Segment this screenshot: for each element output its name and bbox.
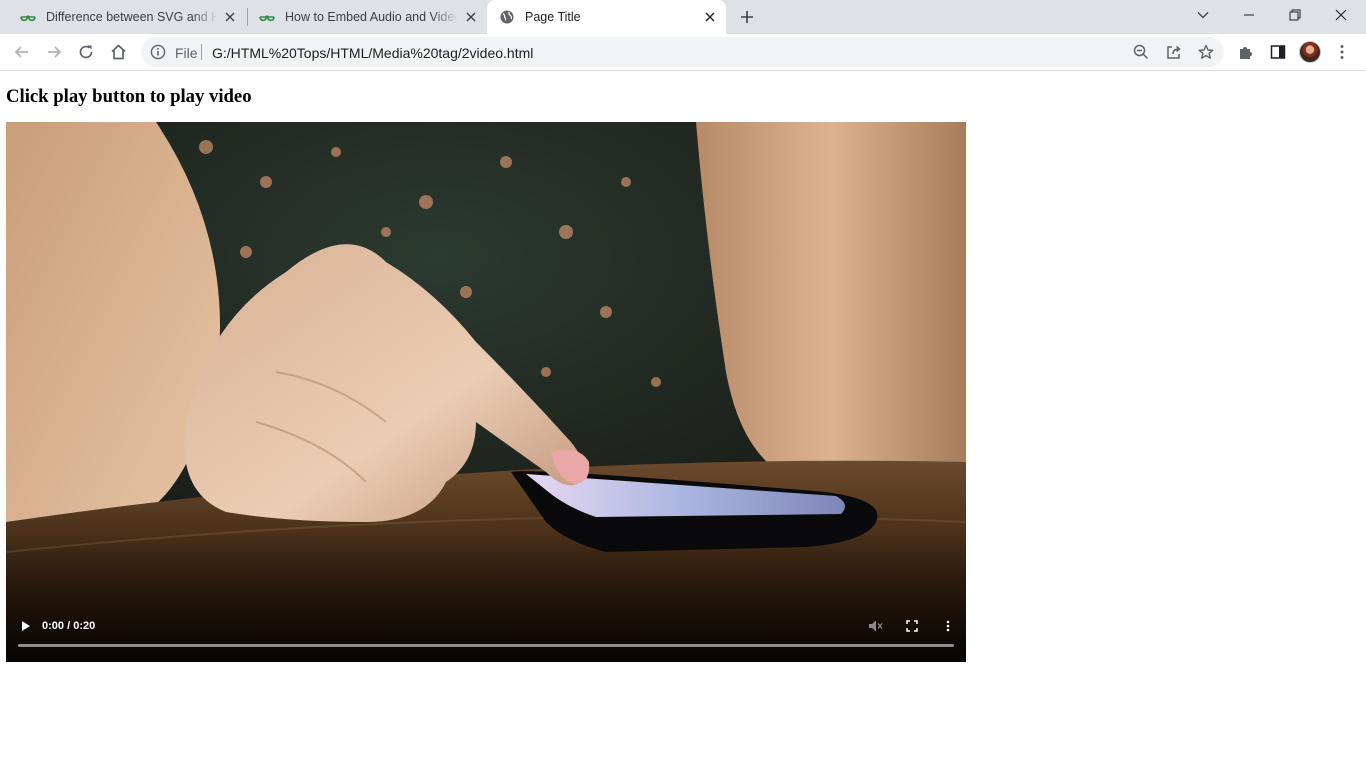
fullscreen-icon: [906, 620, 918, 632]
arrow-right-icon: [48, 46, 62, 58]
duration: 0:20: [73, 620, 96, 632]
home-icon: [110, 44, 126, 60]
close-icon[interactable]: [222, 9, 238, 25]
page-heading: Click play button to play video: [6, 86, 252, 107]
mute-icon: [869, 620, 883, 632]
close-icon: [1335, 9, 1347, 21]
more-options-icon: [946, 620, 950, 632]
gfg-icon: [259, 9, 275, 25]
time-display: 0:00 / 0:20: [42, 620, 95, 632]
restore-icon: [1289, 9, 1301, 21]
side-panel-button[interactable]: [1266, 40, 1290, 64]
tab-title-fade: [192, 0, 218, 34]
reload-icon: [79, 45, 93, 59]
close-window-button[interactable]: [1318, 0, 1364, 30]
arrow-left-icon: [14, 46, 28, 58]
back-button[interactable]: [10, 40, 34, 64]
chevron-down-icon: [1197, 12, 1209, 19]
share-icon[interactable]: [1164, 42, 1184, 62]
gfg-icon: [20, 9, 36, 25]
more-options-button[interactable]: [938, 616, 958, 636]
profile-avatar[interactable]: [1299, 41, 1321, 63]
restore-button[interactable]: [1272, 0, 1318, 30]
mute-button[interactable]: [866, 616, 886, 636]
video-timeline[interactable]: [18, 644, 954, 647]
tab-page-title[interactable]: Page Title: [487, 0, 726, 34]
video-player[interactable]: 0:00 / 0:20: [6, 122, 966, 662]
browser-toolbar: File G:/HTML%20Tops/HTML/Media%20tag/2vi…: [0, 34, 1366, 71]
omnibox-divider: [201, 44, 202, 60]
forward-button[interactable]: [42, 40, 66, 64]
close-icon[interactable]: [702, 9, 718, 25]
side-panel-icon: [1270, 45, 1286, 59]
reload-button[interactable]: [74, 40, 98, 64]
url-text[interactable]: G:/HTML%20Tops/HTML/Media%20tag/2video.h…: [212, 45, 533, 61]
tab-strip: Difference between SVG and HTML How to E…: [0, 0, 1366, 34]
bookmark-star-icon[interactable]: [1196, 42, 1216, 62]
play-button[interactable]: [16, 616, 36, 636]
puzzle-icon: [1240, 47, 1252, 59]
menu-button[interactable]: [1330, 40, 1354, 64]
home-button[interactable]: [106, 40, 130, 64]
tab-search-button[interactable]: [1180, 0, 1226, 30]
tab-title: Difference between SVG and HTML: [46, 10, 216, 24]
minimize-button[interactable]: [1226, 0, 1272, 30]
fullscreen-button[interactable]: [902, 616, 922, 636]
zoom-icon[interactable]: [1131, 42, 1151, 62]
site-info-icon[interactable]: [150, 44, 166, 60]
time-separator: /: [64, 620, 74, 632]
current-time: 0:00: [42, 620, 65, 632]
close-icon[interactable]: [463, 9, 479, 25]
globe-icon: [499, 9, 515, 25]
plus-icon: [741, 11, 753, 23]
minimize-icon: [1244, 14, 1254, 16]
tab-title-fade: [432, 0, 458, 34]
tab-title: Page Title: [525, 10, 581, 24]
address-bar[interactable]: File G:/HTML%20Tops/HTML/Media%20tag/2vi…: [141, 37, 1224, 67]
new-tab-button[interactable]: [735, 5, 759, 29]
more-vert-icon: [1340, 45, 1344, 59]
controls-overlay: [6, 532, 966, 662]
play-icon: [22, 621, 30, 631]
extensions-button[interactable]: [1234, 40, 1258, 64]
scheme-label: File: [175, 45, 198, 61]
